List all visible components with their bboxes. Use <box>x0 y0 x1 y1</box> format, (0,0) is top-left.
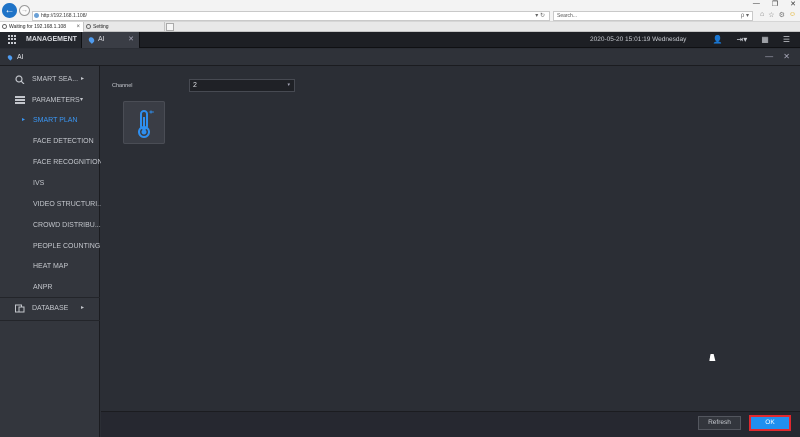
window-controls: — ❐ ✕ <box>753 0 796 10</box>
loading-icon <box>2 24 7 29</box>
browser-tab-waiting[interactable]: Waiting for 192.168.1.108 × <box>0 22 84 32</box>
address-bar[interactable]: http://192.168.1.108/ ▾ ↻ <box>32 11 550 21</box>
sidebar-item-video-structuring[interactable]: VIDEO STRUCTURI... <box>0 194 104 215</box>
restore-icon[interactable]: ❐ <box>772 0 778 10</box>
sidebar-item-label: SMART PLAN <box>33 117 78 124</box>
sidebar-item-parameters[interactable]: PARAMETERS ▾ <box>0 90 100 111</box>
mouse-cursor-icon <box>709 354 717 361</box>
logout-icon[interactable]: ⇥▾ <box>737 35 748 44</box>
page-title: AI <box>17 54 24 61</box>
page-header: AI — ✕ <box>0 49 800 66</box>
main-content: Channel 2 ▾ <box>101 66 800 411</box>
management-button[interactable]: MANAGEMENT <box>0 32 82 48</box>
grid-icon <box>8 35 17 44</box>
back-arrow-icon[interactable]: ← <box>2 3 17 18</box>
header-icons: 👤 ⇥▾ ▦ ☰ <box>713 35 790 44</box>
tab-ai[interactable]: AI ✕ <box>82 32 140 48</box>
chevron-right-icon: ▸ <box>81 305 85 311</box>
search-camera-icon <box>15 75 25 84</box>
sidebar-item-label: FACE DETECTION <box>33 138 94 145</box>
channel-select[interactable]: 2 ▾ <box>189 79 295 92</box>
settings-gear-icon[interactable]: ⚙ <box>779 11 785 19</box>
sidebar-item-label: ANPR <box>33 284 53 291</box>
sidebar: SMART SEA... ▸ PARAMETERS ▾ ▸ SMART PLAN… <box>0 66 104 437</box>
sidebar-item-label: VIDEO STRUCTURI... <box>33 201 104 208</box>
browser-search-input[interactable]: Search... ρ ▾ <box>553 11 753 21</box>
location-pin-icon <box>87 36 96 44</box>
chevron-down-icon: ▾ <box>80 97 84 103</box>
browser-tab-label: Setting <box>93 24 109 30</box>
sidebar-item-crowd-distribution[interactable]: CROWD DISTRIBU... <box>0 215 101 236</box>
browser-tool-icons: ⌂ ☆ ⚙ ☺ <box>760 11 796 19</box>
database-icon <box>15 304 25 313</box>
browser-tab-label: Waiting for 192.168.1.108 <box>9 24 67 30</box>
refresh-button[interactable]: Refresh <box>698 416 741 430</box>
feedback-smiley-icon[interactable]: ☺ <box>789 11 796 19</box>
selected-marker-icon: ▸ <box>22 117 26 123</box>
sidebar-divider <box>0 320 100 321</box>
page-icon <box>86 24 91 29</box>
channel-value: 2 <box>193 82 197 89</box>
close-tab-icon[interactable]: × <box>76 22 80 32</box>
location-pin-icon <box>6 54 14 61</box>
sidebar-item-smart-search[interactable]: SMART SEA... ▸ <box>0 69 100 90</box>
page-icon <box>34 13 39 18</box>
sidebar-item-label: HEAT MAP <box>33 263 69 270</box>
favorites-star-icon[interactable]: ☆ <box>768 11 774 19</box>
close-icon[interactable]: ✕ <box>128 35 134 43</box>
sidebar-item-ivs[interactable]: IVS <box>0 173 100 194</box>
management-label: MANAGEMENT <box>26 36 77 43</box>
sidebar-item-label: IVS <box>33 180 45 187</box>
sidebar-item-label: DATABASE <box>32 305 69 312</box>
forward-arrow-icon[interactable]: → <box>19 5 30 16</box>
sidebar-item-face-detection[interactable]: FACE DETECTION <box>0 131 100 152</box>
sidebar-item-smart-plan[interactable]: ▸ SMART PLAN <box>0 110 100 131</box>
user-icon[interactable]: 👤 <box>713 35 723 44</box>
temperature-plan-card[interactable] <box>123 101 165 144</box>
chevron-right-icon: ▸ <box>81 76 85 82</box>
sidebar-item-people-counting[interactable]: PEOPLE COUNTING <box>0 236 100 257</box>
address-text: http://192.168.1.108/ <box>41 13 87 19</box>
app-header: MANAGEMENT AI ✕ 2020-05-20 15:01:19 Wedn… <box>0 32 800 48</box>
sidebar-item-label: FACE RECOGNITION <box>33 159 103 166</box>
menu-icon[interactable]: ☰ <box>783 35 790 44</box>
chevron-down-icon: ▾ <box>287 82 290 88</box>
sidebar-item-face-recognition[interactable]: FACE RECOGNITION <box>0 152 103 173</box>
sidebar-item-label: PARAMETERS <box>32 97 80 104</box>
footer-bar: Refresh OK <box>101 411 800 437</box>
layout-icon[interactable]: ▦ <box>761 35 769 44</box>
minimize-icon[interactable]: — <box>753 0 760 10</box>
ok-button[interactable]: OK <box>749 415 791 431</box>
tab-ai-label: AI <box>98 36 105 43</box>
browser-toolbar: ← → http://192.168.1.108/ ▾ ↻ Search... … <box>0 0 800 22</box>
new-tab-button[interactable] <box>166 23 174 31</box>
channel-label: Channel <box>112 83 133 89</box>
home-icon[interactable]: ⌂ <box>760 11 764 19</box>
thermometer-icon <box>138 110 154 138</box>
datetime-display: 2020-05-20 15:01:19 Wednesday <box>590 36 687 43</box>
sidebar-item-label: PEOPLE COUNTING <box>33 243 101 250</box>
sidebar-item-anpr[interactable]: ANPR <box>0 277 100 298</box>
sidebar-item-label: SMART SEA... <box>32 76 79 83</box>
refresh-icon[interactable]: ▾ ↻ <box>535 12 545 20</box>
search-icon[interactable]: ρ ▾ <box>741 12 749 20</box>
sidebar-item-label: CROWD DISTRIBU... <box>33 222 101 229</box>
browser-tabstrip: Waiting for 192.168.1.108 × Setting <box>0 22 800 32</box>
sidebar-item-database[interactable]: DATABASE ▸ <box>0 298 100 319</box>
list-icon <box>15 96 25 105</box>
page-window-controls[interactable]: — ✕ <box>765 52 794 61</box>
search-placeholder: Search... <box>557 13 578 19</box>
sidebar-item-heat-map[interactable]: HEAT MAP <box>0 256 100 277</box>
browser-tab-setting[interactable]: Setting <box>84 22 165 32</box>
close-window-icon[interactable]: ✕ <box>790 0 796 10</box>
